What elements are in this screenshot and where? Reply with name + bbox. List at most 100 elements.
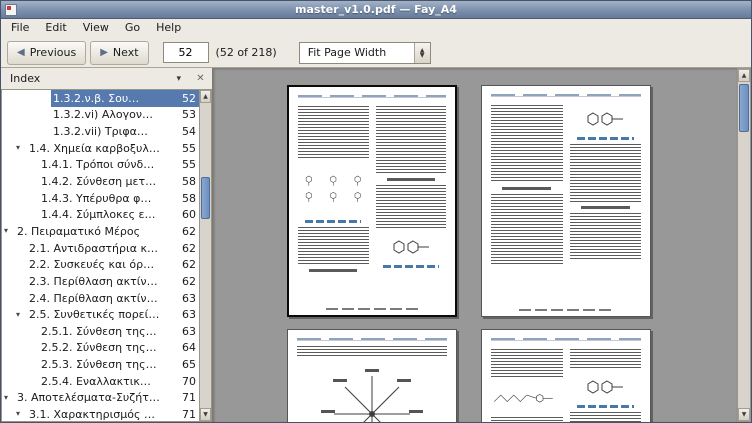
index-item-page: 71 bbox=[182, 408, 196, 421]
page-thumbnail-52[interactable] bbox=[287, 85, 457, 317]
text-block bbox=[297, 346, 447, 356]
index-item-label: 3. Αποτελέσματα-Συζήτ… bbox=[17, 391, 176, 404]
sidebar-scroll-up-button[interactable]: ▲ bbox=[200, 90, 211, 103]
figure-caption bbox=[577, 137, 634, 140]
expander-icon[interactable]: ▾ bbox=[16, 144, 27, 152]
index-item-page: 62 bbox=[182, 242, 196, 255]
index-item[interactable]: 2.5.2. Σύνθεση της…64 bbox=[2, 340, 199, 357]
main-scroll-down-button[interactable]: ▼ bbox=[738, 408, 750, 421]
index-item[interactable]: 2.5.3. Σύνθεση της…65 bbox=[2, 356, 199, 373]
index-item-label: 1.3.2.vi) Αλογον… bbox=[53, 108, 176, 121]
index-item-label: 1.4. Χημεία καρβοξυλ… bbox=[29, 142, 176, 155]
spin-down-icon: ▼ bbox=[420, 53, 425, 58]
index-item[interactable]: ▾3.1. Χαρακτηρισμός … 71 bbox=[2, 406, 199, 422]
sidebar-scroll-thumb[interactable] bbox=[201, 177, 210, 219]
index-item[interactable]: 1.3.2.ν.β. Σου…52 bbox=[2, 90, 199, 107]
index-item-label: 1.4.1. Τρόποι σύνδ… bbox=[41, 158, 176, 171]
molecule-figure bbox=[298, 161, 369, 217]
text-block bbox=[570, 349, 642, 369]
index-item-label: 3.1. Χαρακτηρισμός … bbox=[29, 408, 176, 421]
sidebar-scrollbar[interactable]: ▲ ▼ bbox=[199, 89, 212, 422]
index-item[interactable]: ▾2. Πειραματικό Μέρος 62 bbox=[2, 223, 199, 240]
main-scroll-up-button[interactable]: ▲ bbox=[738, 69, 750, 82]
index-item-page: 63 bbox=[182, 292, 196, 305]
menu-view[interactable]: View bbox=[75, 19, 117, 38]
index-item-label: 2.5. Συνθετικές πορεί… bbox=[29, 308, 176, 321]
index-item-label: 2.5.1. Σύνθεση της… bbox=[41, 325, 176, 338]
sidebar-close-button[interactable]: ✕ bbox=[192, 70, 209, 87]
expander-icon[interactable]: ▾ bbox=[4, 227, 15, 235]
figure-caption bbox=[305, 220, 361, 223]
previous-button[interactable]: ◀ Previous bbox=[7, 41, 86, 65]
index-item[interactable]: 1.4.1. Τρόποι σύνδ…55 bbox=[2, 157, 199, 174]
index-item[interactable]: ▾2.5. Συνθετικές πορεί… 63 bbox=[2, 306, 199, 323]
page-header-text bbox=[491, 338, 641, 341]
page-thumbnail-55[interactable] bbox=[481, 329, 651, 422]
text-block bbox=[491, 349, 563, 377]
page-thumbnail-53[interactable] bbox=[481, 85, 651, 317]
page-header-text bbox=[297, 338, 447, 341]
index-item-page: 55 bbox=[182, 142, 196, 155]
index-item[interactable]: 1.4.3. Υπέρυθρα φ…58 bbox=[2, 190, 199, 207]
index-item[interactable]: 2.1. Αντιδραστήρια κ…62 bbox=[2, 240, 199, 257]
main-scroll-thumb[interactable] bbox=[739, 84, 749, 132]
index-item[interactable]: 2.2. Συσκευές και όρ…62 bbox=[2, 256, 199, 273]
menu-go[interactable]: Go bbox=[117, 19, 148, 38]
index-item[interactable]: 2.5.4. Εναλλακτικ…70 bbox=[2, 373, 199, 390]
titlebar[interactable]: master_v1.0.pdf — Fay_A4 bbox=[1, 1, 751, 19]
menu-edit[interactable]: Edit bbox=[37, 19, 74, 38]
zoom-select[interactable]: Fit Page Width ▲ ▼ bbox=[299, 42, 431, 64]
previous-label: Previous bbox=[30, 46, 77, 59]
page-number-input[interactable] bbox=[163, 42, 209, 63]
toolbar: ◀ Previous ▶ Next (52 of 218) Fit Page W… bbox=[1, 38, 751, 68]
document-canvas[interactable] bbox=[213, 68, 737, 422]
molecule-figure bbox=[491, 380, 563, 414]
index-item-page: 58 bbox=[182, 175, 196, 188]
text-block bbox=[376, 106, 447, 174]
page-column bbox=[570, 346, 642, 422]
page-columns bbox=[491, 102, 641, 267]
text-block bbox=[570, 213, 642, 261]
index-item[interactable]: 2.3. Περίθλαση ακτίν…62 bbox=[2, 273, 199, 290]
page-column bbox=[491, 346, 563, 422]
index-item[interactable]: ▾3. Αποτελέσματα-Συζήτ…71 bbox=[2, 390, 199, 407]
sidebar-view-dropdown[interactable]: Index ▾ bbox=[1, 69, 192, 88]
figure-caption bbox=[577, 405, 634, 408]
index-item[interactable]: 2.5.1. Σύνθεση της… 63 bbox=[2, 323, 199, 340]
text-block bbox=[298, 227, 369, 265]
index-item[interactable]: 1.4.4. Σύμπλοκες ε…60 bbox=[2, 206, 199, 223]
expander-icon[interactable]: ▾ bbox=[16, 311, 27, 319]
window-title: master_v1.0.pdf — Fay_A4 bbox=[17, 3, 735, 16]
index-item[interactable]: 2.4. Περίθλαση ακτίν…63 bbox=[2, 290, 199, 307]
main-scrollbar[interactable]: ▲ ▼ bbox=[737, 68, 751, 422]
expander-icon[interactable]: ▾ bbox=[4, 394, 15, 402]
menu-help[interactable]: Help bbox=[148, 19, 189, 38]
page-column bbox=[376, 103, 447, 276]
equation-line bbox=[581, 206, 630, 209]
index-item-page: 62 bbox=[182, 225, 196, 238]
index-item[interactable]: 1.3.2.vii) Τριφα…54 bbox=[2, 123, 199, 140]
index-item-label: 2.5.2. Σύνθεση της… bbox=[41, 341, 176, 354]
window-menu-icon[interactable] bbox=[5, 4, 17, 16]
zoom-spin-buttons[interactable]: ▲ ▼ bbox=[414, 43, 430, 63]
page-thumbnail-54[interactable] bbox=[287, 329, 457, 422]
index-item-page: 65 bbox=[182, 358, 196, 371]
next-button[interactable]: ▶ Next bbox=[90, 41, 148, 65]
menu-file[interactable]: File bbox=[3, 19, 37, 38]
index-item-page: 63 bbox=[182, 308, 196, 321]
sidebar-scroll-down-button[interactable]: ▼ bbox=[200, 408, 211, 421]
index-item[interactable]: 1.3.2.vi) Αλογον…53 bbox=[2, 107, 199, 124]
index-item-page: 58 bbox=[182, 192, 196, 205]
expander-icon[interactable]: ▾ bbox=[16, 410, 27, 418]
sidebar-scroll-trough[interactable] bbox=[200, 103, 211, 408]
text-block bbox=[570, 412, 642, 422]
zoom-value: Fit Page Width bbox=[300, 43, 414, 63]
index-item-page: 63 bbox=[182, 325, 196, 338]
main-scroll-trough[interactable] bbox=[738, 82, 750, 408]
previous-arrow-icon: ◀ bbox=[17, 48, 25, 58]
index-item[interactable]: ▾1.4. Χημεία καρβοξυλ… 55 bbox=[2, 140, 199, 157]
index-item-label: 2. Πειραματικό Μέρος bbox=[17, 225, 176, 238]
index-item[interactable]: 1.4.2. Σύνθεση μετ…58 bbox=[2, 173, 199, 190]
page-header-text bbox=[298, 95, 446, 98]
text-block bbox=[491, 194, 563, 264]
